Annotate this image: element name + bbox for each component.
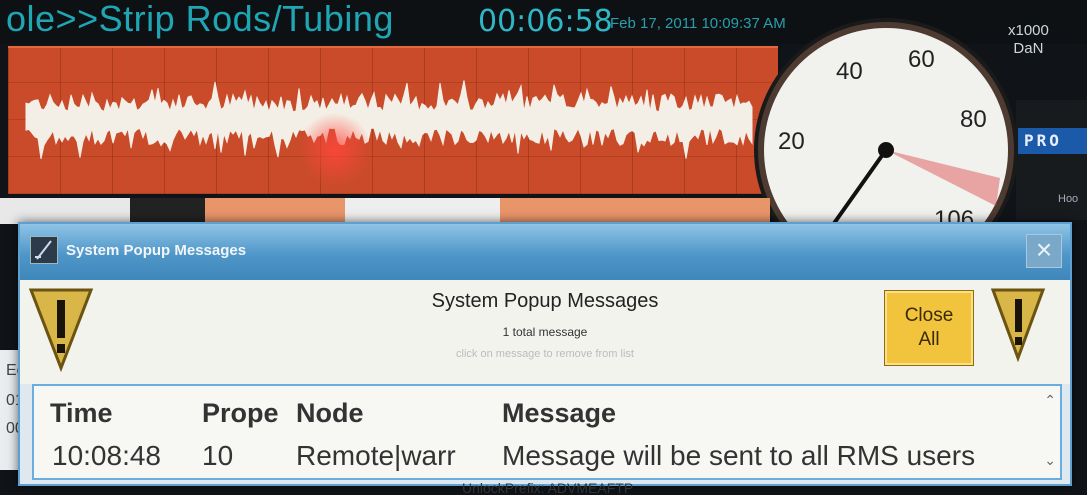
message-prop: 10	[202, 440, 234, 471]
gauge-unit-label: x1000 DaN	[1008, 22, 1049, 58]
gauge-tick-80: 80	[960, 106, 987, 133]
message-node: Remote|warr	[296, 440, 456, 471]
close-all-button[interactable]: Close All	[884, 290, 974, 366]
close-all-label-line2: All	[918, 329, 940, 350]
column-header-prop[interactable]: Prope	[202, 398, 296, 429]
hmi-tab[interactable]	[0, 198, 130, 224]
hmi-tab-strip	[0, 198, 1000, 224]
warning-icon	[990, 288, 1046, 362]
message-time: 10:08:48	[52, 440, 161, 471]
strip-chart	[8, 46, 778, 194]
close-icon[interactable]: ×	[1026, 234, 1062, 268]
message-list[interactable]: Time Prope Node Message 10:08:48 10 Remo…	[32, 384, 1062, 480]
scroll-up-icon[interactable]: ⌃	[1044, 392, 1056, 409]
unlock-prefix: UnlockPrefix: ADVMEAFTP	[462, 480, 634, 495]
column-header-node[interactable]: Node	[296, 398, 364, 429]
app-icon	[30, 236, 58, 264]
hmi-tab[interactable]	[500, 198, 630, 224]
pro-badge: PRO	[1018, 128, 1087, 154]
page-title: ole>>Strip Rods/Tubing	[6, 0, 394, 39]
hmi-tab[interactable]	[630, 198, 770, 224]
column-header-message[interactable]: Message	[502, 398, 616, 429]
popup-title-bar[interactable]: System Popup Messages ×	[20, 224, 1070, 280]
system-popup-dialog: System Popup Messages × System Popup Mes…	[18, 222, 1072, 486]
screen-glare	[300, 110, 370, 190]
gauge-tick-20: 20	[778, 128, 805, 155]
gauge-hub	[878, 142, 894, 158]
hmi-tab[interactable]	[205, 198, 345, 224]
popup-window-title: System Popup Messages	[66, 242, 247, 259]
gauge-unit-name: DaN	[1013, 40, 1044, 57]
popup-header: System Popup Messages 1 total message cl…	[20, 280, 1070, 384]
current-datetime: Feb 17, 2011 10:09:37 AM	[610, 15, 786, 32]
message-text: Message will be sent to all RMS users	[502, 440, 976, 471]
close-all-label-line1: Close	[904, 305, 954, 326]
hook-label: Hoo	[1058, 193, 1079, 205]
hmi-tab[interactable]	[345, 198, 500, 224]
gauge-tick-60: 60	[908, 46, 935, 73]
strip-chart-trace	[25, 80, 753, 160]
gauge-unit-multiplier: x1000	[1008, 22, 1049, 39]
elapsed-timer: 00:06:58	[478, 4, 613, 39]
column-header-time[interactable]: Time	[50, 398, 113, 429]
hmi-tab[interactable]	[130, 198, 205, 224]
scroll-down-icon[interactable]: ⌄	[1044, 452, 1056, 469]
gauge-tick-40: 40	[836, 58, 863, 85]
